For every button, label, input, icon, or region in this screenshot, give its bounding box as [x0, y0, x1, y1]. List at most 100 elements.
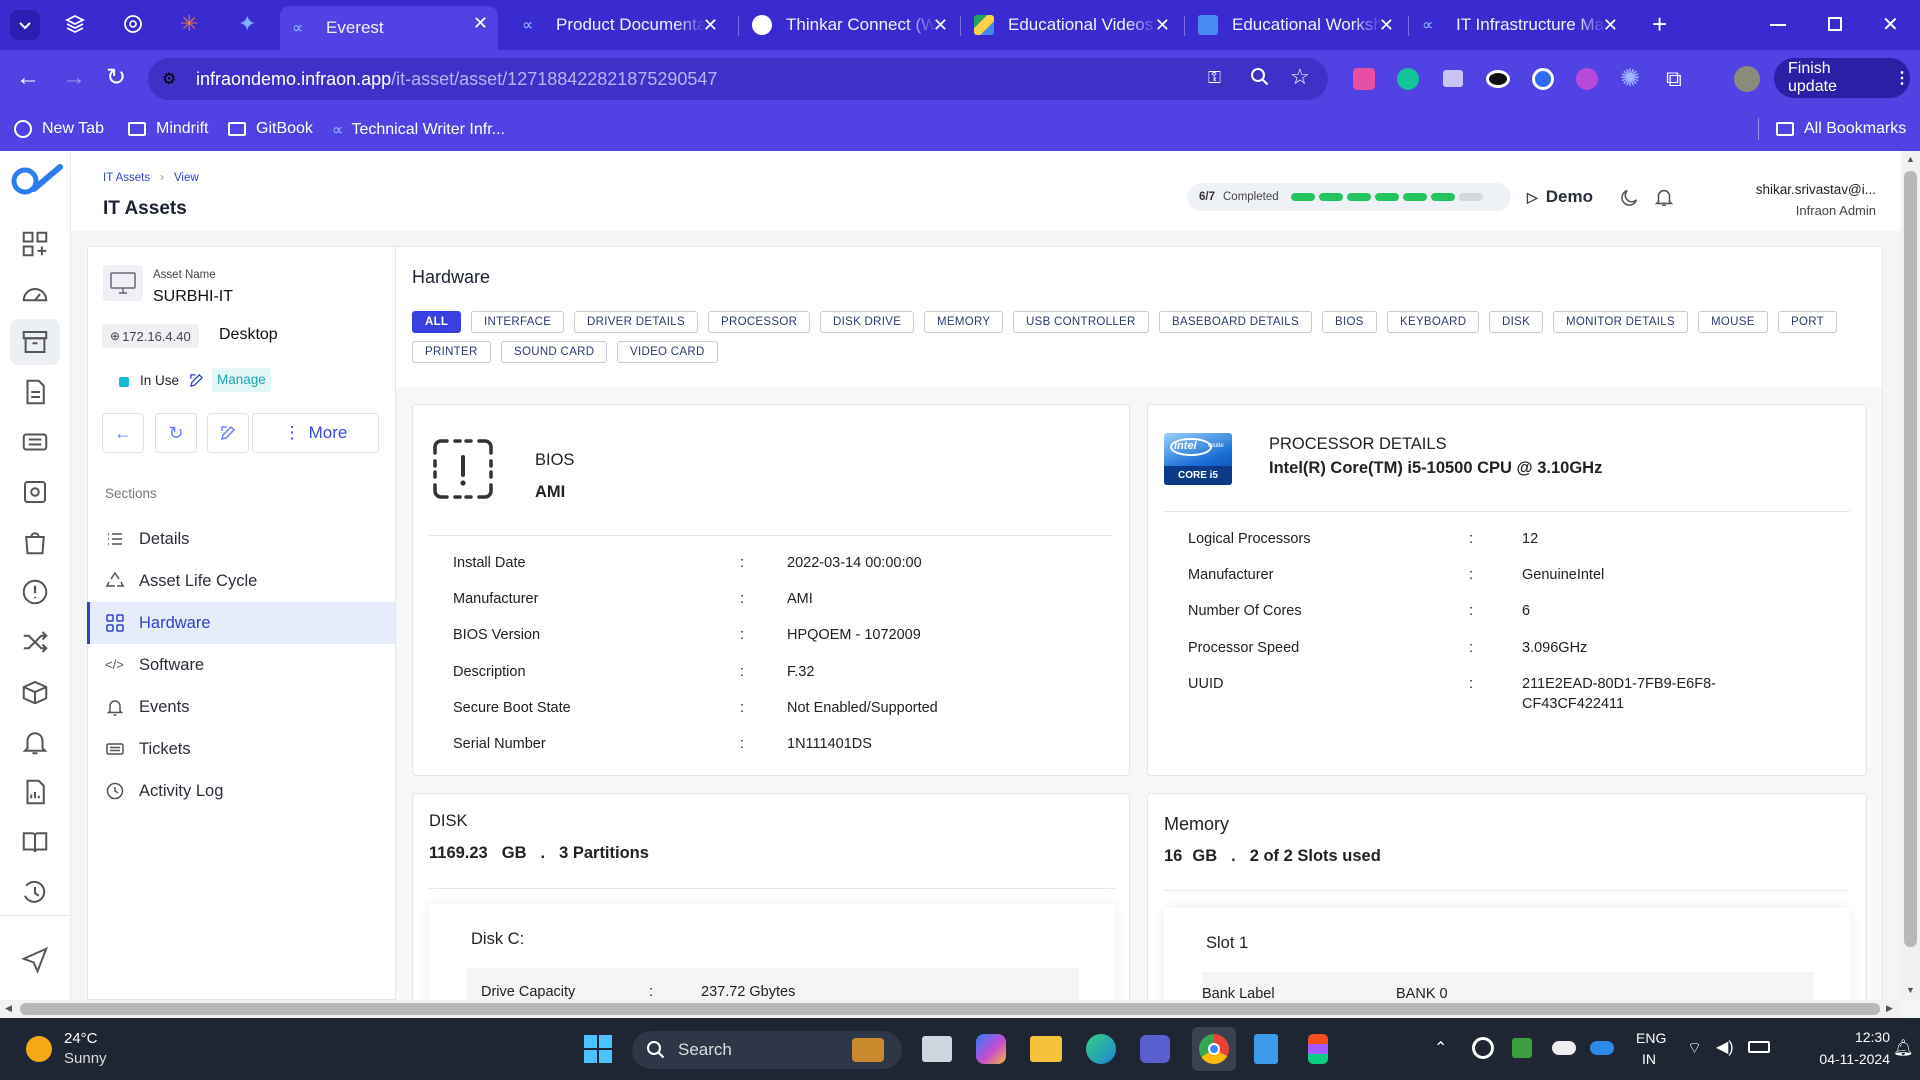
tab-search-icon[interactable] — [10, 10, 40, 40]
infraon-logo-icon[interactable] — [8, 163, 66, 199]
filter-chip-bios[interactable]: BIOS — [1322, 311, 1377, 333]
filter-chip-interface[interactable]: INTERFACE — [471, 311, 565, 333]
shopping-bag-icon[interactable] — [20, 527, 50, 557]
filter-chip-usb-controller[interactable]: USB CONTROLLER — [1013, 311, 1149, 333]
close-tab-icon[interactable]: ✕ — [703, 15, 718, 36]
archive-box-icon[interactable] — [20, 327, 50, 357]
bookmark-star-icon[interactable]: ☆ — [1290, 64, 1310, 90]
scrollbar-thumb[interactable] — [20, 1003, 1880, 1015]
site-info-icon[interactable]: ⚙ — [162, 69, 184, 89]
filter-chip-video-card[interactable]: VIDEO CARD — [617, 341, 718, 363]
volume-icon[interactable]: ◀) — [1716, 1037, 1734, 1057]
send-icon[interactable] — [20, 945, 50, 975]
more-button[interactable]: ⋮ More — [252, 413, 379, 453]
demo-button[interactable]: ▷ Demo — [1527, 187, 1593, 207]
scrollbar-thumb[interactable] — [1904, 171, 1917, 947]
filter-chip-all[interactable]: ALL — [412, 311, 462, 333]
breadcrumb-it-assets[interactable]: IT Assets — [103, 172, 150, 184]
reload-icon[interactable]: ↻ — [106, 64, 126, 92]
menu-kebab-icon[interactable]: ⋮ — [1894, 68, 1910, 88]
tab-educational-workshop[interactable]: Educational Worksho ✕ — [1186, 8, 1404, 42]
onedrive-icon[interactable] — [1590, 1041, 1614, 1055]
clock-date[interactable]: 04-11-2024 — [1800, 1051, 1890, 1067]
back-icon[interactable]: ← — [16, 64, 40, 92]
dashboard-grid-icon[interactable] — [20, 229, 50, 259]
tab-everest[interactable]: ∝ Everest ✕ — [280, 6, 498, 50]
tab-it-infrastructure[interactable]: ∝ IT Infrastructure Man ✕ — [1410, 8, 1628, 42]
chrome-taskbar-active[interactable] — [1192, 1027, 1236, 1071]
filter-chip-disk[interactable]: DISK — [1489, 311, 1544, 333]
battery-icon[interactable] — [1748, 1041, 1770, 1053]
extension-star-icon[interactable]: ✺ — [1620, 64, 1640, 93]
gauge-icon[interactable] — [20, 279, 50, 309]
dark-mode-moon-icon[interactable] — [1618, 187, 1640, 209]
minimize-window-icon[interactable] — [1770, 24, 1786, 26]
filter-chip-port[interactable]: PORT — [1778, 311, 1837, 333]
filter-chip-memory[interactable]: MEMORY — [924, 311, 1004, 333]
grammarly-extension-icon[interactable] — [1397, 68, 1419, 90]
record-extension-icon[interactable] — [1532, 68, 1554, 90]
box-icon[interactable] — [20, 677, 50, 707]
extensions-puzzle-icon[interactable]: ⧉ — [1666, 66, 1682, 92]
edit-status-icon[interactable] — [189, 373, 204, 388]
notifications-bell-icon[interactable] — [1653, 186, 1675, 208]
bookmark-technical-writer[interactable]: ∝ Technical Writer Infr... — [332, 120, 505, 140]
close-tab-icon[interactable]: ✕ — [1155, 15, 1170, 36]
extension-icon[interactable] — [1353, 68, 1375, 90]
section-events[interactable]: Events — [87, 686, 395, 728]
weather-temp[interactable]: 24°C — [64, 1030, 98, 1047]
sun-weather-icon[interactable] — [26, 1036, 52, 1062]
layers-app-icon[interactable] — [64, 13, 86, 35]
tab-thinkar-connect[interactable]: Thinkar Connect (We ✕ — [740, 8, 958, 42]
all-bookmarks[interactable]: All Bookmarks — [1776, 120, 1906, 138]
alert-circle-icon[interactable] — [20, 577, 50, 607]
section-activity-log[interactable]: Activity Log — [87, 770, 395, 812]
package-icon[interactable] — [20, 477, 50, 507]
filter-chip-processor[interactable]: PROCESSOR — [708, 311, 811, 333]
forward-icon[interactable]: → — [62, 64, 86, 92]
close-tab-icon[interactable]: ✕ — [1379, 15, 1394, 36]
close-tab-icon[interactable]: ✕ — [1603, 15, 1618, 36]
filter-chip-printer[interactable]: PRINTER — [412, 341, 491, 363]
section-software[interactable]: </> Software — [87, 644, 395, 686]
bookmark-mindrift[interactable]: Mindrift — [128, 120, 208, 138]
claude-app-icon[interactable]: ✳ — [180, 12, 204, 36]
bookmark-new-tab[interactable]: New Tab — [14, 120, 104, 138]
close-tab-icon[interactable]: ✕ — [473, 13, 488, 34]
filter-chip-mouse[interactable]: MOUSE — [1698, 311, 1768, 333]
teams-icon[interactable] — [1140, 1035, 1170, 1063]
extension-purple-icon[interactable] — [1576, 68, 1598, 90]
taskbar-search[interactable]: Search — [632, 1031, 902, 1069]
ticket-icon[interactable] — [20, 427, 50, 457]
file-explorer-icon[interactable] — [1030, 1036, 1062, 1062]
tab-product-documentation[interactable]: ∝ Product Documentat ✕ — [510, 8, 728, 42]
notification-bell-icon[interactable]: 🔔︎ — [1893, 1038, 1913, 1058]
report-icon[interactable] — [20, 777, 50, 807]
section-details[interactable]: Details — [87, 518, 395, 560]
grammarly-tray-icon[interactable] — [1472, 1037, 1494, 1059]
task-view-icon[interactable] — [922, 1036, 952, 1062]
chevron-up-icon[interactable]: ⌃ — [1434, 1038, 1447, 1058]
finish-update-button[interactable]: Finish update ⋮ — [1774, 58, 1910, 98]
book-open-icon[interactable] — [20, 827, 50, 857]
figma-icon[interactable] — [1308, 1034, 1328, 1064]
address-bar[interactable]: ⚙ infraondemo.infraon.app/it-asset/asset… — [148, 58, 1328, 100]
chatgpt-app-icon[interactable] — [122, 13, 144, 35]
close-tab-icon[interactable]: ✕ — [933, 15, 948, 36]
document-icon[interactable] — [20, 377, 50, 407]
profile-avatar[interactable] — [1734, 66, 1760, 92]
restore-window-icon[interactable] — [1828, 17, 1842, 31]
filter-chip-disk-drive[interactable]: DISK DRIVE — [820, 311, 915, 333]
refresh-button[interactable]: ↻ — [155, 413, 197, 453]
gemini-app-icon[interactable]: ✦ — [238, 12, 262, 36]
onboarding-progress[interactable]: 6/7 Completed — [1187, 183, 1511, 211]
breadcrumb-view[interactable]: View — [174, 172, 199, 184]
wifi-icon[interactable]: ⌔ — [1687, 1038, 1702, 1058]
tray-app-icon[interactable] — [1512, 1038, 1532, 1058]
section-hardware[interactable]: Hardware — [87, 602, 395, 644]
section-tickets[interactable]: Tickets — [87, 728, 395, 770]
weather-condition[interactable]: Sunny — [64, 1050, 107, 1067]
filter-chip-sound-card[interactable]: SOUND CARD — [501, 341, 608, 363]
horizontal-scrollbar[interactable]: ◀ ▶ — [0, 1000, 1901, 1018]
back-button[interactable]: ← — [102, 413, 144, 453]
